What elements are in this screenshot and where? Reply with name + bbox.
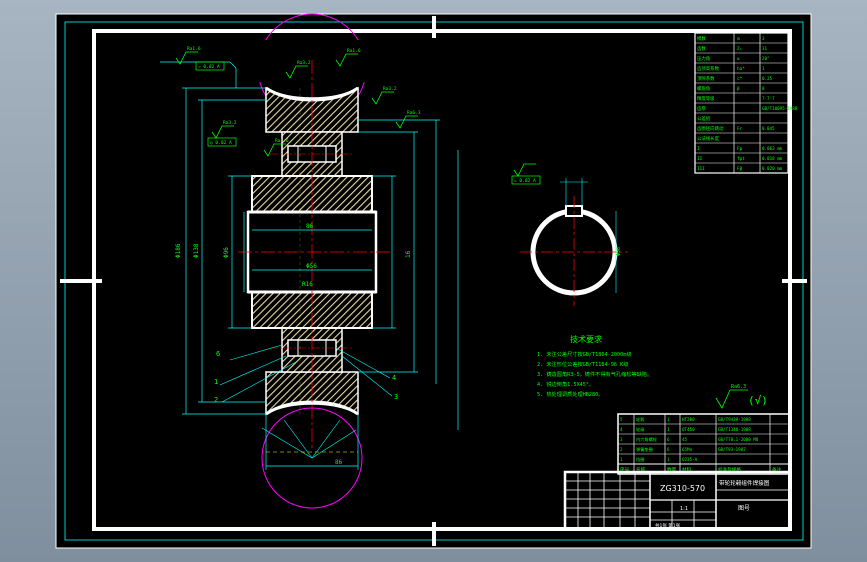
title-drawing-no: 图号 — [738, 505, 750, 512]
bom-cell: GB/T1348-1988 — [718, 427, 751, 432]
roughness-2: Ra3.2 — [297, 60, 311, 66]
param-name: 齿圈径向跳动 — [697, 125, 724, 132]
note-5: 5. 热处理调质处理HB280。 — [537, 390, 604, 398]
callout-3: 3 — [394, 393, 398, 401]
note-2: 2. 未注形位公差按GB/T1184-96 K级 — [537, 360, 628, 368]
general-roughness-paren: (√) — [748, 394, 768, 407]
bom-cell: 轮毂 — [636, 416, 645, 423]
param-symbol: β — [737, 86, 740, 92]
dim-rim-dia: Φ138 — [193, 243, 200, 258]
param-name: 螺旋角 — [697, 85, 710, 92]
tolerance-frame-1: ↗ 0.02 A — [198, 64, 220, 70]
dim-outer-dia: Φ186 — [175, 243, 182, 258]
param-symbol: α — [737, 57, 740, 62]
param-name: 齿数 — [697, 45, 706, 52]
param-symbol: Fp — [737, 146, 743, 152]
roughness-1: Ra1.6 — [187, 46, 201, 52]
title-scale: 1:1 — [680, 506, 688, 512]
param-symbol: Fβ — [737, 166, 743, 172]
callout-1: 1 — [214, 378, 218, 386]
bom-cell: Q235-A — [682, 457, 698, 462]
callout-4: 4 — [392, 374, 396, 382]
param-name: 齿厚 — [697, 106, 706, 112]
general-roughness: Ra6.3 — [731, 384, 746, 390]
bom-cell: GB/T70.1-2000 M8 — [718, 437, 759, 442]
param-name: III — [697, 166, 705, 172]
bom-cell: 45 — [682, 437, 688, 442]
roughness-5: Ra6.3 — [407, 110, 421, 116]
param-value: 0.018 mm — [762, 156, 783, 161]
drawing-canvas[interactable]: Φ186 Φ138 Φ96 86 Φ56 R16 16 86 6 1 2 4 3… — [0, 0, 867, 562]
title-drawing-name: 带轮轮毂组件焊接图 — [719, 479, 770, 487]
param-value: 0.020 mm — [762, 166, 783, 171]
dim-bore: Φ56 — [306, 263, 317, 270]
param-symbol: c* — [737, 76, 743, 82]
note-3: 3. 铸造圆角R3-5，铸件不得有气孔缩松等缺陷。 — [537, 370, 652, 378]
param-name: 齿顶高系数 — [697, 65, 720, 72]
param-name: 公差组 — [697, 115, 711, 122]
param-symbol: m — [737, 37, 740, 42]
title-sheet: 共1张 第1张 — [655, 522, 681, 529]
keyway-dim: Φ56 — [616, 247, 622, 256]
roughness-6: Ra3.2 — [223, 120, 237, 126]
param-name: I — [697, 146, 700, 152]
param-name: 压力角 — [697, 55, 710, 62]
param-name: 模数 — [697, 35, 706, 42]
cad-viewport[interactable]: Φ186 Φ138 Φ96 86 Φ56 R16 16 86 6 1 2 4 3… — [0, 0, 867, 562]
bom-cell: GB/T9439-1988 — [718, 417, 751, 422]
bom-cell: GB/T93-1987 — [718, 447, 746, 452]
title-material: ZG310-570 — [660, 484, 705, 493]
param-value: 0.063 mm — [762, 146, 783, 151]
param-value: 7-7-7 — [762, 96, 775, 101]
param-name: 精度等级 — [697, 95, 715, 102]
dim-width: 86 — [306, 223, 314, 230]
bom-cell: HT200 — [682, 417, 695, 422]
param-name: 公法线长度 — [697, 135, 720, 142]
param-symbol: Fr — [737, 126, 743, 132]
dim-rim-width: 86 — [335, 459, 343, 466]
tolerance-frame-2: ◎ 0.02 A — [210, 140, 232, 146]
bom-cell: 内六角螺栓 — [636, 436, 658, 443]
param-value: 0.25 — [762, 76, 773, 81]
param-value: 0.045 — [762, 126, 775, 131]
callout-6: 6 — [216, 350, 220, 358]
roughness-7: Ra1.6 — [275, 138, 289, 144]
note-4: 4. 锐边倒角1.5X45°。 — [537, 380, 594, 388]
param-name: 顶隙系数 — [697, 75, 715, 82]
dim-key: 16 — [405, 250, 412, 258]
param-value: 20° — [762, 56, 770, 61]
param-value: GB/T10095-1988 — [762, 106, 798, 111]
bom-cell: 轮缘 — [636, 426, 645, 433]
param-value: 31 — [762, 46, 768, 51]
bom-cell: 65Mn — [682, 447, 693, 452]
note-1: 1. 未注公差尺寸按GB/T1804-2000m级 — [537, 350, 632, 358]
param-name: II — [697, 156, 703, 162]
dim-groove: R16 — [302, 281, 313, 288]
notes-title: 技术要求 — [570, 334, 602, 344]
callout-2: 2 — [214, 396, 218, 404]
bom-cell: QT450 — [682, 427, 695, 432]
roughness-3: Ra1.6 — [347, 48, 361, 54]
sheet-background — [55, 13, 812, 549]
bom-cell: 挡圈 — [636, 456, 644, 463]
param-symbol: fpt — [737, 156, 745, 162]
bom-cell: 弹簧垫圈 — [636, 446, 653, 453]
param-symbol: Z₁ — [737, 46, 742, 52]
param-symbol: ha* — [737, 66, 745, 72]
dim-hub-dia: Φ96 — [223, 247, 230, 258]
roughness-4: Ra3.2 — [383, 86, 397, 92]
tolerance-frame-3: = 0.02 A — [514, 178, 536, 184]
